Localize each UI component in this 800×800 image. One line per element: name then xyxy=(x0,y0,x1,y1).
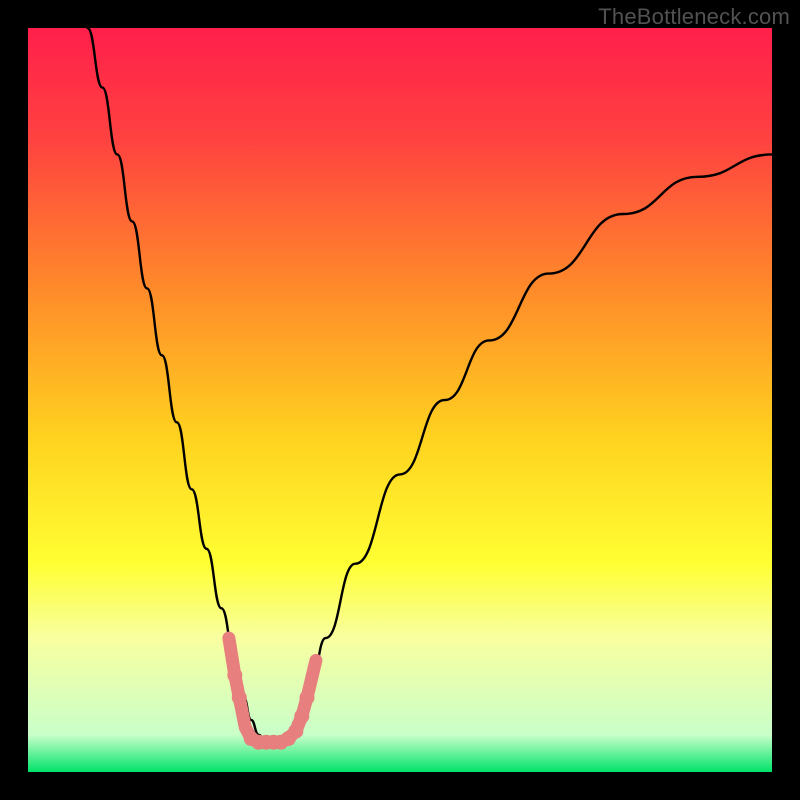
highlight-dot xyxy=(223,632,235,644)
highlight-dot xyxy=(300,690,315,705)
highlight-dot xyxy=(288,724,303,739)
highlight-dot xyxy=(310,654,322,666)
highlight-dot xyxy=(294,709,309,724)
highlight-dot xyxy=(232,690,247,705)
chart-svg xyxy=(28,28,772,772)
chart-frame xyxy=(28,28,772,772)
chart-background xyxy=(28,28,772,772)
watermark-label: TheBottleneck.com xyxy=(598,4,790,30)
highlight-dot xyxy=(227,668,242,683)
